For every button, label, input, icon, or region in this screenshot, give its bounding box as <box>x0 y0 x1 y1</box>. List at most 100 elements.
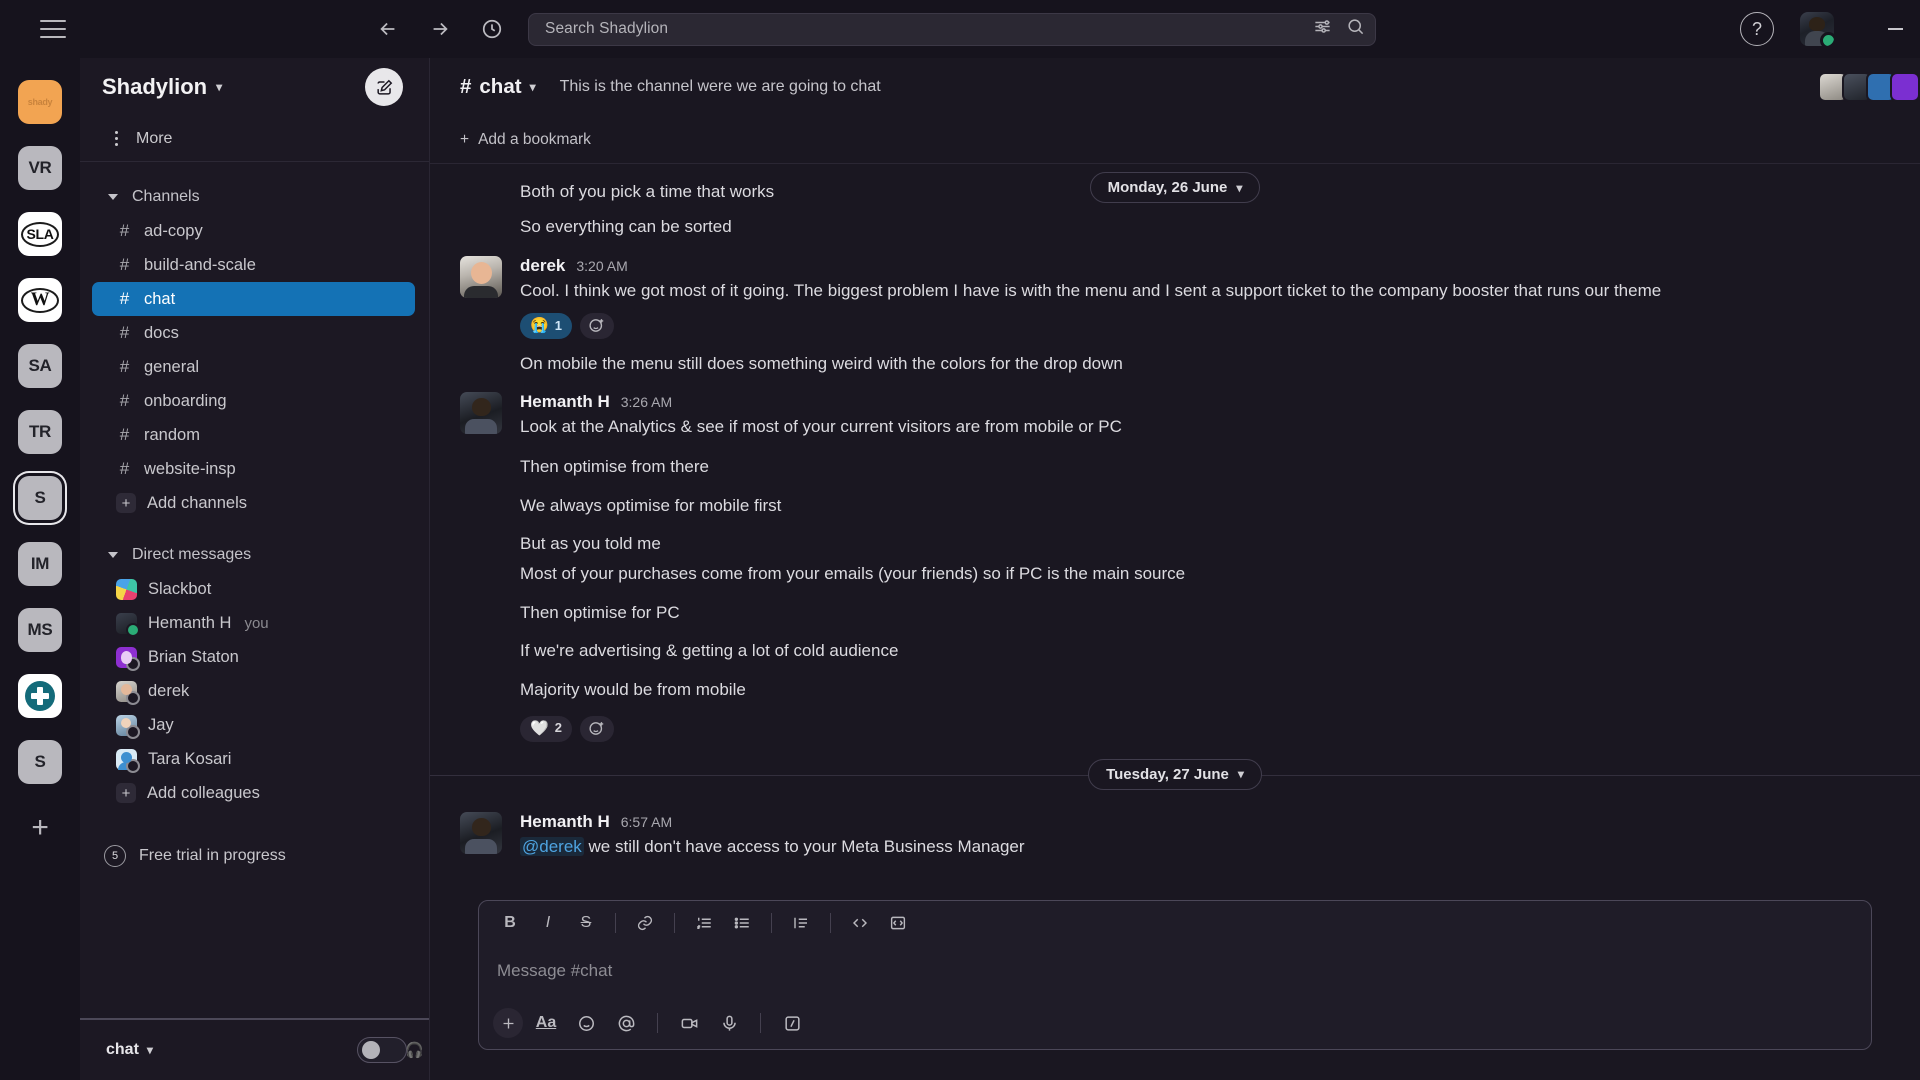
sidebar-item-derek[interactable]: derek <box>92 674 415 708</box>
message-timestamp[interactable]: 3:20 AM <box>576 258 627 274</box>
workspace-switcher[interactable]: Shadylion ▾ <box>102 74 222 100</box>
reaction-white-heart[interactable]: 🤍 2 <box>520 715 572 742</box>
video-clip-button[interactable] <box>672 1007 706 1039</box>
toggle-knob <box>362 1041 380 1059</box>
huddle-toggle[interactable]: 🎧 <box>357 1037 424 1063</box>
sidebar-item-ad-copy[interactable]: # ad-copy <box>92 214 415 248</box>
sidebar-item-website-insp[interactable]: # website-insp <box>92 452 415 486</box>
avatar[interactable] <box>1800 12 1834 46</box>
message-input[interactable]: Message #chat <box>479 945 1871 997</box>
clock-history-icon[interactable] <box>479 16 505 42</box>
workspace-icon-vr[interactable]: VR <box>18 146 62 190</box>
avatar <box>116 714 140 739</box>
sidebar-item-docs[interactable]: # docs <box>92 316 415 350</box>
sidebar-item-general[interactable]: # general <box>92 350 415 384</box>
workspace-icon-shady[interactable]: shady <box>18 80 62 124</box>
divider <box>771 913 772 933</box>
message-hemanth-657: Hemanth H 6:57 AM @derek we still don't … <box>430 808 1920 867</box>
add-bookmark-button[interactable]: + Add a bookmark <box>430 116 1920 164</box>
filter-sliders-icon[interactable] <box>1313 17 1332 41</box>
audio-clip-button[interactable] <box>712 1007 746 1039</box>
minimize-icon[interactable] <box>1878 12 1912 46</box>
chevron-down-icon <box>108 194 118 200</box>
slash-command-button[interactable] <box>775 1007 809 1039</box>
message-author[interactable]: derek <box>520 256 565 276</box>
strikethrough-button[interactable]: S <box>569 907 603 939</box>
search-input[interactable]: Search Shadylion <box>528 12 1376 46</box>
avatar[interactable] <box>460 256 502 343</box>
compose-pencil-icon[interactable] <box>365 68 403 106</box>
attach-plus-button[interactable] <box>493 1008 523 1038</box>
avatar[interactable] <box>460 811 502 863</box>
sidebar-scroll[interactable]: Channels # ad-copy # build-and-scale # chat… <box>80 162 429 1018</box>
section-header-direct-messages[interactable]: Direct messages <box>80 538 429 572</box>
hash-icon: # <box>119 425 130 444</box>
bulleted-list-button[interactable] <box>725 907 759 939</box>
footer-channel-switcher[interactable]: chat ▾ <box>106 1041 153 1059</box>
reaction-sob[interactable]: 😭 1 <box>520 312 572 339</box>
workspace-icon-s-selected[interactable]: S <box>18 476 62 520</box>
sidebar-item-more[interactable]: More <box>80 116 429 162</box>
section-header-channels[interactable]: Channels <box>80 180 429 214</box>
sidebar-item-jay[interactable]: Jay <box>92 708 415 742</box>
date-pill[interactable]: Tuesday, 27 June ▾ <box>1088 758 1262 790</box>
blockquote-button[interactable] <box>784 907 818 939</box>
sidebar-item-tara-kosari[interactable]: Tara Kosari <box>92 742 415 776</box>
channel-title[interactable]: # chat ▾ <box>460 75 536 99</box>
you-label: you <box>244 614 269 632</box>
channel-topic[interactable]: This is the channel were we are going to… <box>560 78 881 96</box>
sidebar-item-brian-staton[interactable]: Brian Staton <box>92 640 415 674</box>
help-icon[interactable]: ? <box>1740 12 1774 46</box>
ordered-list-button[interactable] <box>687 907 721 939</box>
sidebar-item-chat[interactable]: # chat <box>92 282 415 316</box>
workspace-icon-sa[interactable]: SA <box>18 344 62 388</box>
avatar <box>116 680 140 705</box>
workspace-icon-tr[interactable]: TR <box>18 410 62 454</box>
message-input-placeholder: Message #chat <box>497 961 613 980</box>
message-author[interactable]: Hemanth H <box>520 812 610 832</box>
emoji-button[interactable] <box>569 1007 603 1039</box>
link-button[interactable] <box>628 907 662 939</box>
date-pill[interactable]: Monday, 26 June ▾ <box>1089 172 1261 203</box>
member-avatars[interactable] <box>1818 72 1920 102</box>
free-trial-banner[interactable]: 5 Free trial in progress <box>80 836 429 876</box>
workspace-icon-medical-cross[interactable] <box>18 674 62 718</box>
bold-button[interactable]: B <box>493 907 527 939</box>
code-button[interactable] <box>843 907 877 939</box>
message-line: Majority would be from mobile <box>520 680 746 700</box>
add-colleagues-button[interactable]: + Add colleagues <box>92 776 415 810</box>
hamburger-icon[interactable] <box>40 20 66 38</box>
plus-icon: + <box>116 493 136 513</box>
top-right-controls: ? <box>1740 12 1920 46</box>
sidebar-item-build-and-scale[interactable]: # build-and-scale <box>92 248 415 282</box>
sidebar-item-hemanth-h[interactable]: Hemanth Hyou <box>92 606 415 640</box>
formatting-toggle-button[interactable]: Aa <box>529 1007 563 1039</box>
add-channels-button[interactable]: + Add channels <box>92 486 415 520</box>
forward-arrow-icon[interactable] <box>427 16 453 42</box>
sidebar-item-random[interactable]: # random <box>92 418 415 452</box>
workspace-icon-ms[interactable]: MS <box>18 608 62 652</box>
sidebar-item-slackbot[interactable]: Slackbot <box>92 572 415 606</box>
message-timestamp[interactable]: 3:26 AM <box>621 394 672 410</box>
italic-button[interactable]: I <box>531 907 565 939</box>
mention-button[interactable] <box>609 1007 643 1039</box>
code-block-button[interactable] <box>881 907 915 939</box>
user-mention-derek[interactable]: @derek <box>520 836 584 856</box>
avatar[interactable] <box>460 391 502 443</box>
avatar <box>116 646 140 671</box>
workspace-icon-s2[interactable]: S <box>18 740 62 784</box>
message-timestamp[interactable]: 6:57 AM <box>621 814 672 830</box>
sidebar-footer: chat ▾ 🎧 <box>80 1018 429 1080</box>
workspace-icon-sla[interactable]: SLA <box>18 212 62 256</box>
sidebar-item-onboarding[interactable]: # onboarding <box>92 384 415 418</box>
workspace-icon-im[interactable]: IM <box>18 542 62 586</box>
workspace-icon-w[interactable]: W <box>18 278 62 322</box>
add-reaction-icon[interactable] <box>579 312 614 339</box>
back-arrow-icon[interactable] <box>375 16 401 42</box>
message-line: We always optimise for mobile first <box>520 495 782 515</box>
hash-icon: # <box>119 221 130 240</box>
message-author[interactable]: Hemanth H <box>520 392 610 412</box>
add-workspace-icon[interactable]: + <box>18 806 62 850</box>
search-icon[interactable] <box>1346 17 1365 41</box>
add-reaction-icon[interactable] <box>579 715 614 742</box>
